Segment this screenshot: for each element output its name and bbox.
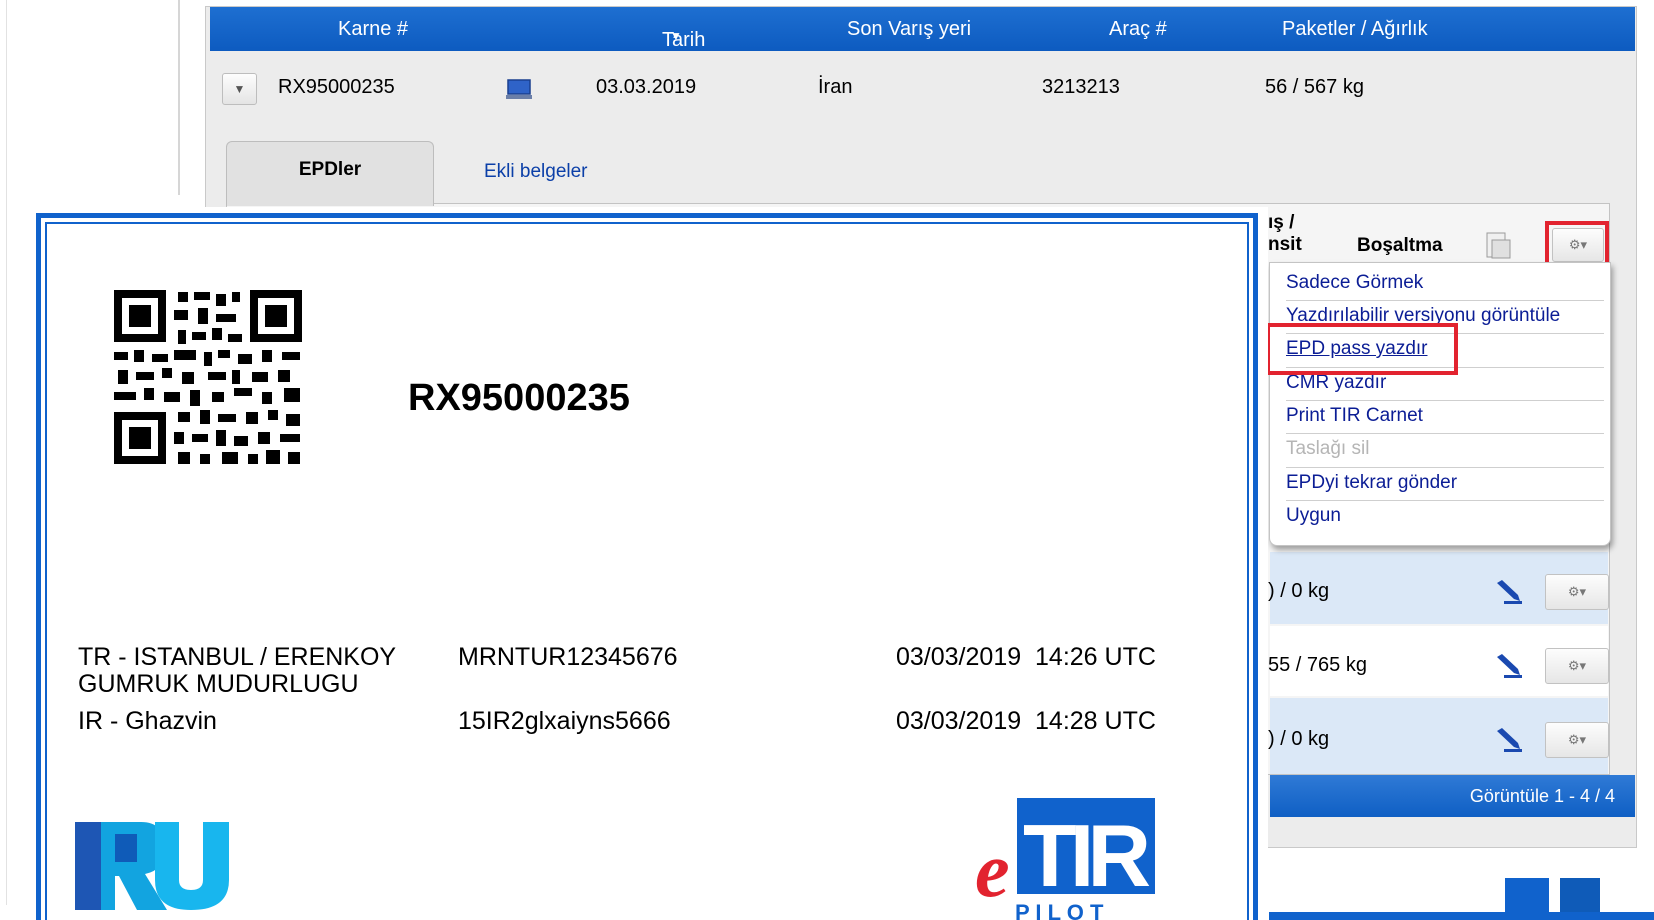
- inner-row-1-value: ) / 0 kg: [1268, 580, 1330, 602]
- menu-item-delete-draft: Taslağı sil: [1286, 438, 1370, 459]
- row-carnet: RX95000235: [278, 76, 395, 98]
- chevron-down-icon: ▼: [233, 82, 246, 96]
- inner-row-2-value: 55 / 765 kg: [1268, 654, 1367, 676]
- doc-row-1-datetime: 03/03/2019 14:26 UTC: [896, 643, 1156, 671]
- menu-item-print-cmr[interactable]: CMR yazdır: [1286, 372, 1386, 394]
- inner-header-partial-1: ış /: [1268, 212, 1295, 233]
- logo-tir: TIR: [1023, 806, 1151, 905]
- tab-epdler[interactable]: EPDler: [226, 141, 434, 206]
- grid-header: Karne # Tarih ▼ Son Varış yeri Araç # Pak…: [210, 7, 1635, 51]
- inner-header-unload: Boşaltma: [1357, 235, 1443, 256]
- menu-item-approve[interactable]: Uygun: [1286, 505, 1341, 527]
- edit-pencil-icon[interactable]: [1494, 653, 1524, 679]
- logo-pilot: P I L O T: [1015, 900, 1104, 920]
- menu-separator: [1286, 433, 1604, 434]
- grid-footer: Görüntüle 1 - 4 / 4: [1270, 775, 1635, 817]
- pager-info: Görüntüle 1 - 4 / 4: [1469, 786, 1615, 806]
- header-destination[interactable]: Son Varış yeri: [847, 18, 971, 41]
- document-icon[interactable]: [1484, 230, 1512, 260]
- bottom-blue-band: [1269, 912, 1654, 920]
- header-carnet[interactable]: Karne #: [338, 18, 408, 41]
- row-1-gear-button[interactable]: ⚙▾: [1545, 574, 1609, 610]
- doc-row-1-office-line2: GUMRUK MUDURLUGU: [78, 670, 359, 698]
- menu-separator: [1286, 500, 1604, 501]
- menu-item-view-only[interactable]: Sadece Görmek: [1286, 272, 1423, 294]
- menu-separator: [1286, 400, 1604, 401]
- menu-separator: [1286, 467, 1604, 468]
- sort-desc-icon: ▼: [670, 29, 682, 43]
- doc-row-1-office: TR - ISTANBUL / ERENKOY: [78, 643, 397, 671]
- logo-e: e: [975, 826, 1010, 913]
- row-expand-button[interactable]: ▼: [222, 73, 257, 105]
- edit-pencil-icon[interactable]: [1494, 727, 1524, 753]
- row-packages: 56 / 567 kg: [1265, 76, 1364, 98]
- header-date-label: Tarih: [662, 29, 706, 51]
- row-2-gear-button[interactable]: ⚙▾: [1545, 648, 1609, 684]
- tab-ekli-belgeler[interactable]: Ekli belgeler: [484, 161, 588, 183]
- doc-row-1-ref: MRNTUR12345676: [458, 643, 678, 671]
- page-left-border: [6, 0, 7, 905]
- gear-icon: ⚙▾: [1567, 732, 1587, 747]
- doc-row-2-ref: 15IR2glxaiyns5666: [458, 707, 671, 735]
- doc-row-2-datetime: 03/03/2019 14:28 UTC: [896, 707, 1156, 735]
- actions-gear-button[interactable]: ⚙▾: [1552, 228, 1604, 262]
- actions-dropdown-menu: Sadece Görmek Yazdırılabilir versiyonu g…: [1269, 262, 1611, 546]
- iru-logo: [75, 822, 229, 910]
- menu-item-resend-epd[interactable]: EPDyi tekrar gönder: [1286, 472, 1457, 494]
- doc-row-2-office: IR - Ghazvin: [78, 707, 217, 735]
- epd-pass-highlight: [1266, 323, 1458, 375]
- etir-pilot-logo: e TIR P I L O T: [975, 798, 1155, 920]
- sidebar-divider: [178, 0, 180, 195]
- row-vehicle: 3213213: [1042, 76, 1120, 98]
- row-date: 03.03.2019: [596, 76, 697, 98]
- inner-row-3-value: ) / 0 kg: [1268, 728, 1330, 750]
- header-packages[interactable]: Paketler / Ağırlık: [1282, 18, 1428, 41]
- row-destination: İran: [818, 76, 853, 98]
- inner-header-partial-2: nsit: [1268, 234, 1302, 255]
- gear-icon: ⚙▾: [1567, 584, 1587, 599]
- monitor-icon[interactable]: [506, 78, 532, 100]
- edit-pencil-icon[interactable]: [1494, 579, 1524, 605]
- qr-code-icon: [112, 288, 304, 466]
- header-vehicle[interactable]: Araç #: [1109, 18, 1167, 41]
- menu-separator: [1286, 300, 1604, 301]
- menu-item-print-tir-carnet[interactable]: Print TIR Carnet: [1286, 405, 1423, 427]
- gear-icon: ⚙▾: [1568, 237, 1588, 252]
- row-3-gear-button[interactable]: ⚙▾: [1545, 722, 1609, 758]
- document-carnet-id: RX95000235: [408, 377, 630, 419]
- gear-icon: ⚙▾: [1567, 658, 1587, 673]
